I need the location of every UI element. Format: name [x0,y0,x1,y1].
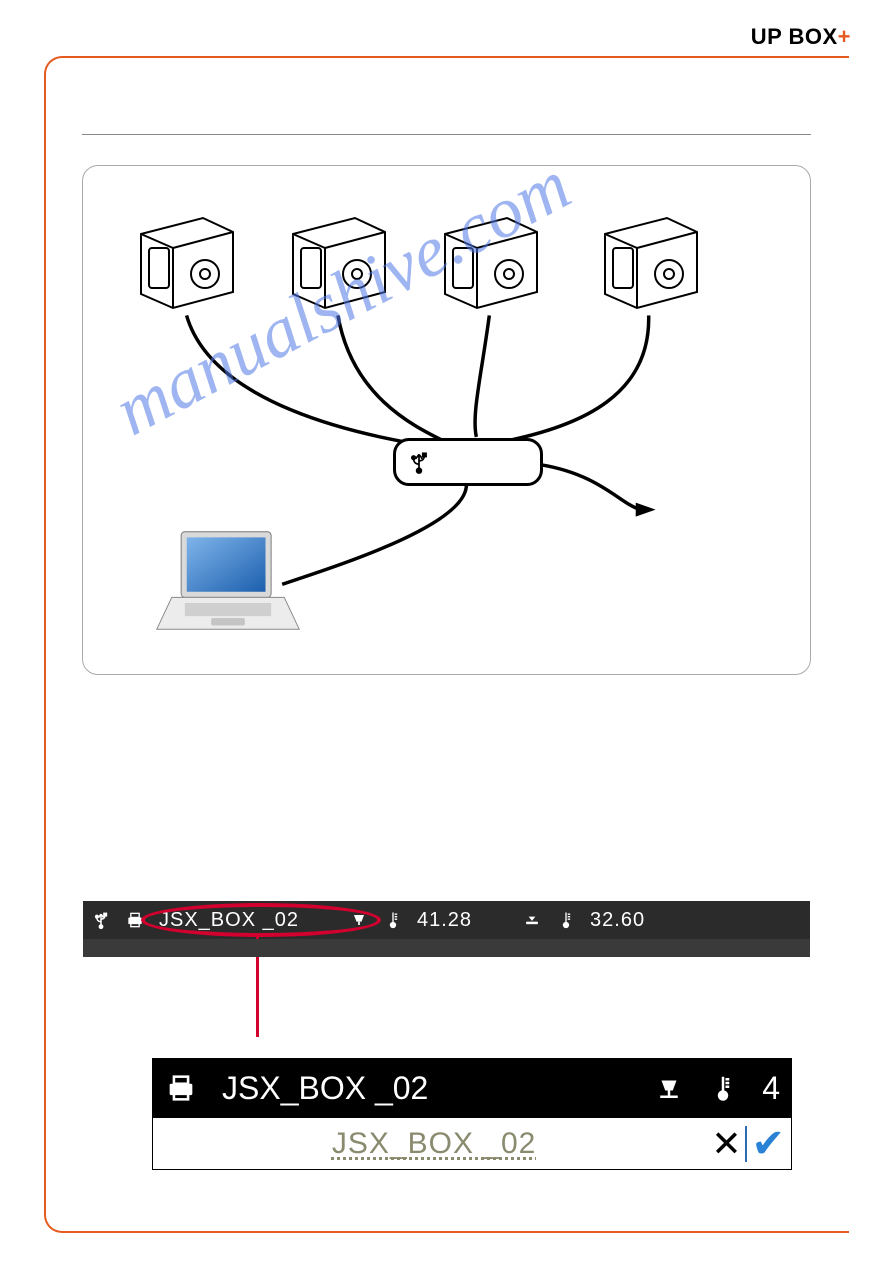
nozzle-temp-value: 41.28 [417,909,472,932]
thermometer-icon [556,910,576,930]
printer-icon [125,910,145,930]
laptop-illustration [153,528,303,638]
printer-unit [431,196,551,316]
brand-name: UP BOX [751,24,838,49]
status-bar: JSX_BOX _02 41.28 [83,901,810,957]
nozzle-temp-partial: 4 [762,1070,780,1107]
thermometer-icon [383,910,403,930]
printer-rename-input[interactable]: JSX_BOX _02 [159,1127,709,1161]
printer-unit [591,196,711,316]
platform-icon [522,910,542,930]
section-divider [82,134,811,135]
usb-icon [91,910,111,930]
nozzle-icon [654,1073,684,1103]
close-icon[interactable]: ✕ [711,1123,741,1165]
printer-rename-row: JSX_BOX _02 ✕ ✔ [152,1118,792,1170]
printer-unit [279,196,399,316]
printer-name-label: JSX_BOX _02 [159,909,299,932]
bed-temp-value: 32.60 [590,909,645,932]
printer-unit [127,196,247,316]
brand-logo: UP BOX+ [751,24,851,50]
nozzle-icon [349,910,369,930]
thermometer-icon [708,1073,738,1103]
usb-icon [406,449,432,475]
check-icon[interactable]: ✔ [751,1121,785,1167]
brand-plus: + [838,24,851,49]
screenshot-cluster: JSX_BOX _02 41.28 [82,900,811,1058]
callout-line [256,937,259,1037]
printer-name-label-large: JSX_BOX _02 [222,1070,428,1107]
status-bar-enlarged: JSX_BOX _02 4 [152,1058,792,1118]
printer-icon [164,1071,198,1105]
connection-diagram [82,165,811,675]
usb-hub [393,438,543,486]
